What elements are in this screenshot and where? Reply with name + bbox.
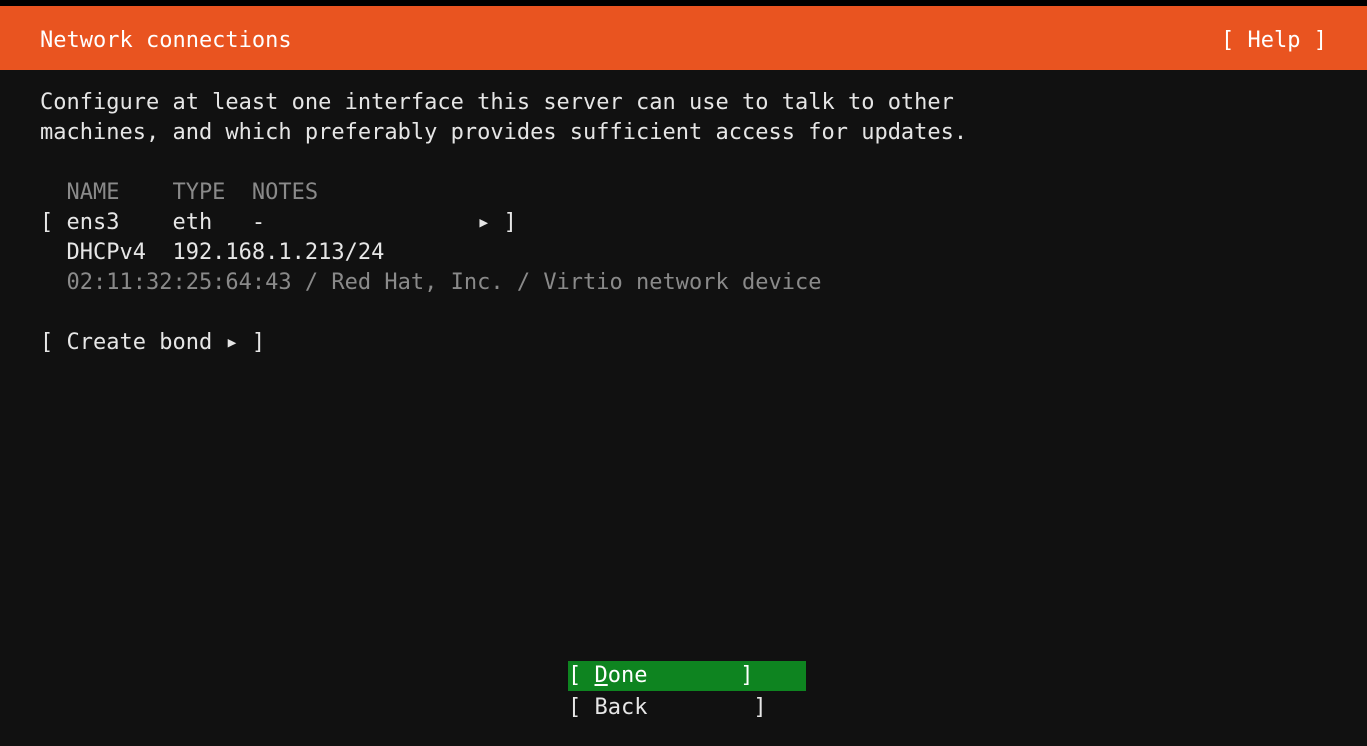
done-button[interactable]: [ Done ] [568, 661, 806, 691]
header-bar: Network connections [ Help ] [0, 6, 1367, 70]
done-button-open: [ [568, 663, 595, 688]
installer-screen: Network connections [ Help ] Configure a… [0, 6, 1367, 746]
interface-device-info: 02:11:32:25:64:43 / Red Hat, Inc. / Virt… [40, 270, 822, 295]
done-button-hotkey: D [594, 663, 608, 688]
page-title: Network connections [40, 28, 292, 53]
intro-text-line-1: Configure at least one interface this se… [40, 90, 954, 115]
help-button[interactable]: [ Help ] [1221, 26, 1327, 56]
done-button-label-rest: one [607, 663, 648, 688]
interface-row-ens3[interactable]: [ ens3 eth - ▸ ] [40, 208, 517, 238]
intro-text-line-2: machines, and which preferably provides … [40, 120, 968, 145]
interface-address: DHCPv4 192.168.1.213/24 [40, 240, 385, 265]
create-bond-button[interactable]: [ Create bond ▸ ] [40, 328, 265, 358]
back-button[interactable]: [ Back ] [568, 693, 806, 723]
done-button-close: ] [647, 663, 754, 688]
interfaces-table-header: NAME TYPE NOTES [40, 180, 319, 205]
